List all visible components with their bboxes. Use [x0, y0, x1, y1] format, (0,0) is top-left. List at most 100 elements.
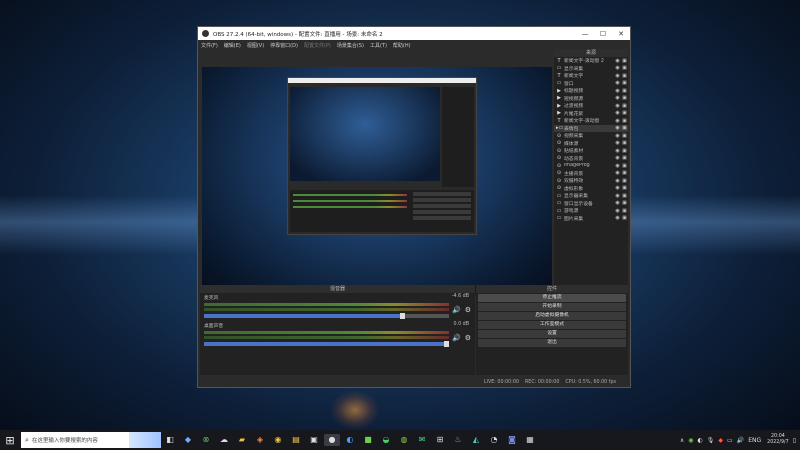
menu-view[interactable]: 视图(V) — [247, 42, 264, 49]
lock-icon[interactable]: ▣ — [621, 140, 628, 146]
source-item[interactable]: ⊙ 视频采集 ◉ ▣ — [554, 132, 628, 140]
app-tray-icon[interactable]: ◉ — [688, 437, 693, 444]
source-item[interactable]: T 新闻文字 ◉ ▣ — [554, 72, 628, 80]
source-item[interactable]: ▶ 过渡视频 ◉ ▣ — [554, 102, 628, 110]
volume-slider[interactable] — [204, 341, 449, 347]
volume-icon[interactable]: 🔊 — [737, 437, 744, 444]
eye-icon[interactable]: ◉ — [614, 110, 621, 116]
close-button[interactable]: ✕ — [612, 30, 630, 38]
lock-icon[interactable]: ▣ — [621, 65, 628, 71]
stop-streaming-button[interactable]: 停止推流 — [478, 294, 626, 302]
editor-icon[interactable]: ◐ — [342, 434, 358, 446]
app-icon[interactable]: ◭ — [468, 434, 484, 446]
lock-icon[interactable]: ▣ — [621, 125, 628, 131]
menu-docks[interactable]: 停靠窗口(D) — [270, 42, 298, 49]
eye-icon[interactable]: ◉ — [614, 80, 621, 86]
eye-icon[interactable]: ◉ — [614, 103, 621, 109]
lock-icon[interactable]: ▣ — [621, 73, 628, 79]
lock-icon[interactable]: ▣ — [621, 215, 628, 221]
source-item[interactable]: ⊙ 主播背景 ◉ ▣ — [554, 170, 628, 178]
eye-icon[interactable]: ◉ — [614, 215, 621, 221]
lock-icon[interactable]: ▣ — [621, 58, 628, 64]
speedometer-icon[interactable]: ◔ — [486, 434, 502, 446]
source-item[interactable]: ⊙ 双摄特效 ◉ ▣ — [554, 177, 628, 185]
start-recording-button[interactable]: 开始录制 — [478, 303, 626, 311]
obs-taskbar-icon[interactable]: ● — [324, 434, 340, 446]
lock-icon[interactable]: ▣ — [621, 155, 628, 161]
clock[interactable]: 20:04 2022/9/7 — [767, 434, 789, 446]
source-item[interactable]: ▶ 标题视频 ◉ ▣ — [554, 87, 628, 95]
app-icon[interactable]: ◈ — [252, 434, 268, 446]
security-icon[interactable]: ◆ — [180, 434, 196, 446]
lock-icon[interactable]: ▣ — [621, 88, 628, 94]
speaker-icon[interactable]: 🔊 — [452, 334, 461, 342]
eye-icon[interactable]: ◉ — [614, 88, 621, 94]
photos-icon[interactable]: ▣ — [306, 434, 322, 446]
menu-help[interactable]: 帮助(H) — [393, 42, 411, 49]
preview-canvas[interactable] — [202, 67, 552, 295]
lock-icon[interactable]: ▣ — [621, 200, 628, 206]
browser-icon[interactable]: ◍ — [396, 434, 412, 446]
app-tray-icon[interactable]: ◆ — [718, 437, 723, 444]
chevron-up-icon[interactable]: ∧ — [680, 437, 684, 444]
eye-icon[interactable]: ◉ — [614, 208, 621, 214]
eye-icon[interactable]: ◉ — [614, 133, 621, 139]
menu-scene-collection[interactable]: 场景集合(S) — [337, 42, 364, 49]
eye-icon[interactable]: ◉ — [614, 73, 621, 79]
eye-icon[interactable]: ◉ — [614, 118, 621, 124]
xbox-icon[interactable]: ⊗ — [198, 434, 214, 446]
lock-icon[interactable]: ▣ — [621, 148, 628, 154]
microphone-icon[interactable]: 🎙 — [707, 437, 715, 444]
source-item[interactable]: ▭ 窗口显示设备 ◉ ▣ — [554, 200, 628, 208]
lock-icon[interactable]: ▣ — [621, 185, 628, 191]
app-icon[interactable]: ▦ — [522, 434, 538, 446]
source-item[interactable]: ⊙ ImageProg ◉ ▣ — [554, 162, 628, 170]
wechat-icon[interactable]: ◒ — [378, 434, 394, 446]
lock-icon[interactable]: ▣ — [621, 178, 628, 184]
title-bar[interactable]: OBS 27.2.4 (64-bit, windows) - 配置文件: 直播用… — [198, 27, 630, 40]
lock-icon[interactable]: ▣ — [621, 80, 628, 86]
eye-icon[interactable]: ◉ — [614, 193, 621, 199]
eye-icon[interactable]: ◉ — [614, 155, 621, 161]
start-virtual-camera-button[interactable]: 启动虚拟摄像机 — [478, 312, 626, 320]
notification-icon[interactable]: ▯ — [793, 437, 796, 444]
eye-icon[interactable]: ◉ — [614, 200, 621, 206]
source-item[interactable]: ▶ 片尾花絮 ◉ ▣ — [554, 110, 628, 118]
lock-icon[interactable]: ▣ — [621, 163, 628, 169]
lock-icon[interactable]: ▣ — [621, 208, 628, 214]
language-indicator[interactable]: ENG — [748, 437, 761, 444]
eye-icon[interactable]: ◉ — [614, 185, 621, 191]
source-item[interactable]: ⊙ 媒体源 ◉ ▣ — [554, 140, 628, 148]
windows-start-icon[interactable]: ⊞ — [0, 434, 20, 447]
menu-file[interactable]: 文件(F) — [201, 42, 218, 49]
gear-icon[interactable]: ⚙ — [465, 334, 471, 342]
task-view-icon[interactable]: ◧ — [162, 434, 178, 446]
lock-icon[interactable]: ▣ — [621, 110, 628, 116]
minimize-button[interactable]: — — [576, 30, 594, 38]
source-item[interactable]: ⊙ 贴纸素材 ◉ ▣ — [554, 147, 628, 155]
eye-icon[interactable]: ◉ — [614, 58, 621, 64]
lock-icon[interactable]: ▣ — [621, 103, 628, 109]
lock-icon[interactable]: ▣ — [621, 170, 628, 176]
steam-icon[interactable]: ♨ — [450, 434, 466, 446]
green-app-icon[interactable]: ■ — [360, 434, 376, 446]
taskbar-search-input[interactable]: ⌕ 在这里输入你要搜索的内容 — [21, 432, 161, 448]
studio-mode-button[interactable]: 工作室模式 — [478, 321, 626, 329]
source-item[interactable]: ▭ 游戏源 ◉ ▣ — [554, 207, 628, 215]
source-item[interactable]: ▭ 图片采集 ◉ ▣ — [554, 215, 628, 223]
eye-icon[interactable]: ◉ — [614, 125, 621, 131]
settings-button[interactable]: 设置 — [478, 330, 626, 338]
eye-icon[interactable]: ◉ — [614, 163, 621, 169]
eye-icon[interactable]: ◉ — [614, 178, 621, 184]
source-item[interactable]: T 新闻文字-滚动窗 2 ◉ ▣ — [554, 57, 628, 65]
menu-edit[interactable]: 编辑(E) — [224, 42, 241, 49]
app-tray-icon[interactable]: ◐ — [698, 437, 703, 444]
lock-icon[interactable]: ▣ — [621, 95, 628, 101]
eye-icon[interactable]: ◉ — [614, 65, 621, 71]
lock-icon[interactable]: ▣ — [621, 133, 628, 139]
exit-button[interactable]: 退出 — [478, 339, 626, 347]
source-item[interactable]: ▭ 显示器采集 ◉ ▣ — [554, 192, 628, 200]
file-explorer-icon[interactable]: ▰ — [234, 434, 250, 446]
gear-icon[interactable]: ⚙ — [465, 306, 471, 314]
eye-icon[interactable]: ◉ — [614, 148, 621, 154]
